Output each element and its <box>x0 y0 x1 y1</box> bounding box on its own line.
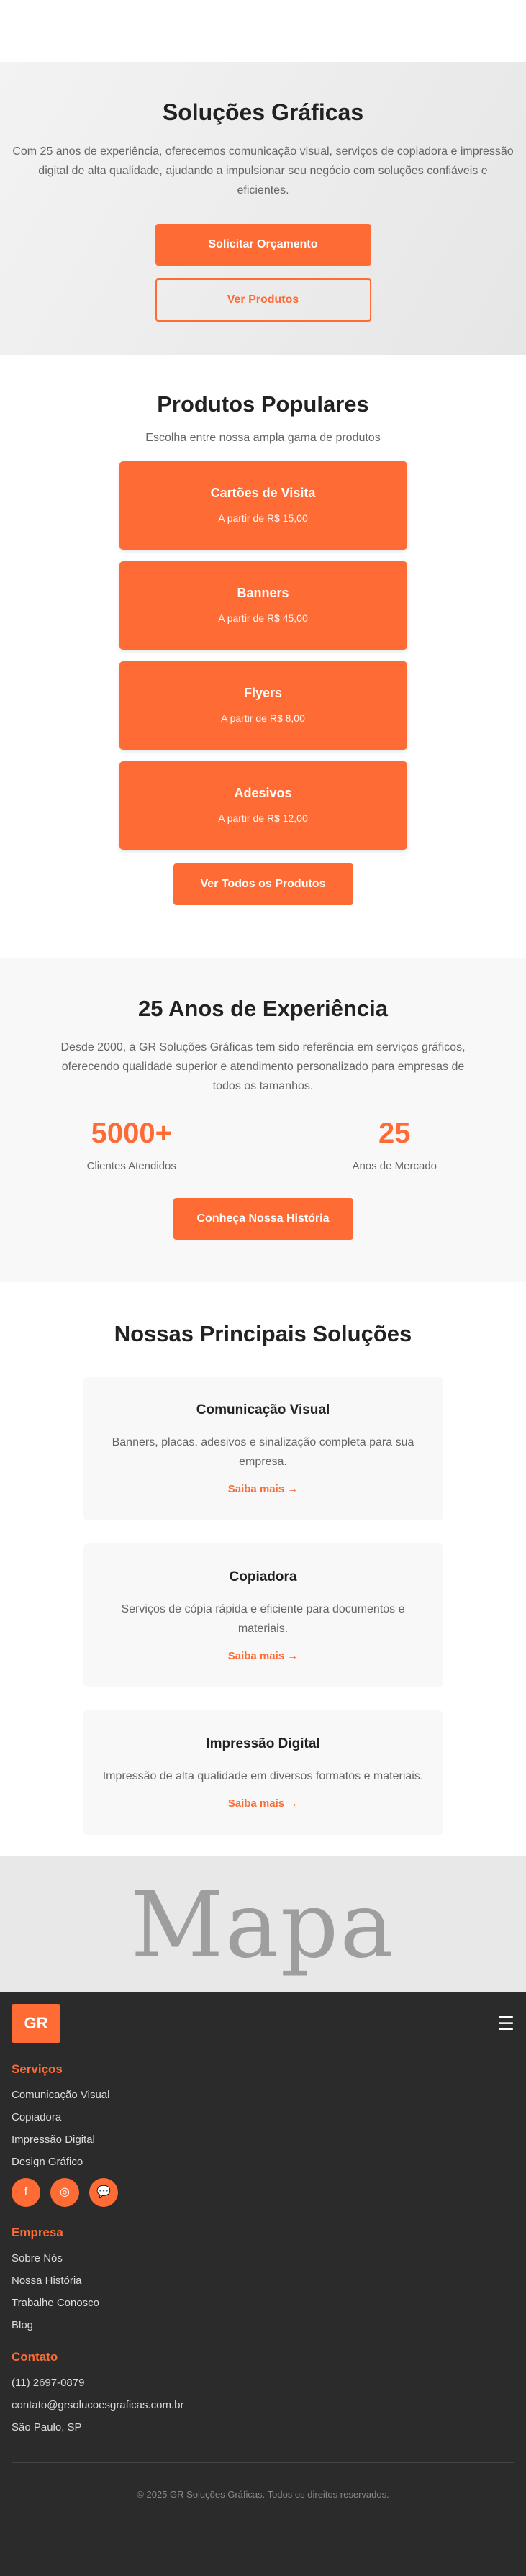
experience-text: Desde 2000, a GR Soluções Gráficas tem s… <box>60 1041 466 1092</box>
products-title: Produtos Populares <box>157 391 369 417</box>
footer-phone[interactable]: (11) 2697-0879 <box>12 2377 514 2389</box>
social-links: f ◎ 💬 <box>12 2178 514 2207</box>
footer: GR ☰ Serviços Comunicação Visual Copiado… <box>0 1992 526 2576</box>
stat-years: 25 Anos de Mercado <box>263 1117 526 1172</box>
product-card[interactable]: Flyers A partir de R$ 8,00 <box>119 661 407 750</box>
footer-link-digital-printing[interactable]: Impressão Digital <box>12 2133 514 2146</box>
top-bar <box>0 0 526 62</box>
experience-section: 25 Anos de Experiência Desde 2000, a GR … <box>0 958 526 1282</box>
solution-card: Impressão Digital Impressão de alta qual… <box>83 1710 443 1835</box>
stat-label: Clientes Atendidos <box>86 1160 176 1172</box>
our-story-button[interactable]: Conheça Nossa História <box>173 1198 353 1240</box>
solution-title: Impressão Digital <box>206 1736 320 1751</box>
solution-text: Serviços de cópia rápida e eficiente par… <box>121 1603 405 1635</box>
footer-location: São Paulo, SP <box>12 2421 82 2434</box>
product-price: A partir de R$ 15,00 <box>218 512 308 524</box>
instagram-icon[interactable]: ◎ <box>50 2178 79 2207</box>
facebook-icon[interactable]: f <box>12 2178 40 2207</box>
copyright: © 2025 GR Soluções Gráficas. Todos os di… <box>137 2489 389 2500</box>
footer-link-copier[interactable]: Copiadora <box>12 2111 514 2123</box>
footer-link-graphic-design[interactable]: Design Gráfico <box>12 2156 514 2168</box>
footer-link-about[interactable]: Sobre Nós <box>12 2252 514 2264</box>
footer-email[interactable]: contato@grsolucoesgraficas.com.br <box>12 2399 514 2411</box>
product-name: Cartões de Visita <box>210 486 316 500</box>
company-heading: Empresa <box>12 2226 63 2239</box>
solution-text: Banners, placas, adesivos e sinalização … <box>112 1436 414 1468</box>
learn-more-link[interactable]: Saiba mais → <box>228 1650 299 1662</box>
popular-products-section: Produtos Populares Escolha entre nossa a… <box>0 355 526 958</box>
solutions-title: Nossas Principais Soluções <box>114 1321 412 1346</box>
stat-value: 5000+ <box>91 1117 172 1149</box>
products-subtitle: Escolha entre nossa ampla gama de produt… <box>145 432 381 444</box>
learn-more-link[interactable]: Saiba mais → <box>228 1483 299 1495</box>
product-card[interactable]: Adesivos A partir de R$ 12,00 <box>119 761 407 850</box>
footer-link-careers[interactable]: Trabalhe Conosco <box>12 2297 514 2309</box>
experience-title: 25 Anos de Experiência <box>138 996 388 1021</box>
product-price: A partir de R$ 8,00 <box>221 712 305 724</box>
learn-more-link[interactable]: Saiba mais → <box>228 1797 299 1810</box>
hero-description: Com 25 anos de experiência, oferecemos c… <box>12 145 514 196</box>
product-name: Flyers <box>243 686 283 700</box>
stat-value: 25 <box>378 1117 411 1149</box>
product-price: A partir de R$ 12,00 <box>218 812 308 824</box>
solution-card: Copiadora Serviços de cópia rápida e efi… <box>83 1543 443 1687</box>
map-section[interactable]: Mapa <box>0 1856 526 1992</box>
hero-section: Soluções Gráficas Com 25 anos de experiê… <box>0 62 526 355</box>
map-placeholder-label: Mapa <box>130 1872 396 1978</box>
footer-link-blog[interactable]: Blog <box>12 2319 514 2331</box>
services-heading: Serviços <box>12 2062 63 2076</box>
solution-title: Comunicação Visual <box>196 1402 330 1418</box>
request-quote-button[interactable]: Solicitar Orçamento <box>155 224 371 266</box>
whatsapp-icon[interactable]: 💬 <box>89 2178 118 2207</box>
stats-row: 5000+ Clientes Atendidos 25 Anos de Merc… <box>0 1117 526 1172</box>
product-card[interactable]: Cartões de Visita A partir de R$ 15,00 <box>119 461 407 550</box>
footer-header: GR ☰ <box>12 2003 514 2044</box>
solution-text: Impressão de alta qualidade em diversos … <box>102 1770 424 1782</box>
footer-link-history[interactable]: Nossa História <box>12 2275 514 2287</box>
product-price: A partir de R$ 45,00 <box>218 612 308 624</box>
logo[interactable]: GR <box>12 2004 60 2043</box>
hero-title: Soluções Gráficas <box>162 99 364 125</box>
contact-heading: Contato <box>12 2350 58 2364</box>
footer-link-visual-communication[interactable]: Comunicação Visual <box>12 2089 514 2101</box>
solution-title: Copiadora <box>229 1569 297 1584</box>
solutions-section: Nossas Principais Soluções Comunicação V… <box>0 1282 526 1856</box>
view-products-button[interactable]: Ver Produtos <box>155 278 371 322</box>
stat-label: Anos de Mercado <box>352 1160 437 1172</box>
view-all-products-button[interactable]: Ver Todos os Produtos <box>173 863 353 905</box>
product-name: Adesivos <box>234 786 292 800</box>
product-card[interactable]: Banners A partir de R$ 45,00 <box>119 561 407 650</box>
menu-icon[interactable]: ☰ <box>498 2013 514 2035</box>
solution-card: Comunicação Visual Banners, placas, ades… <box>83 1377 443 1520</box>
stat-clients: 5000+ Clientes Atendidos <box>0 1117 263 1172</box>
product-name: Banners <box>237 586 289 600</box>
